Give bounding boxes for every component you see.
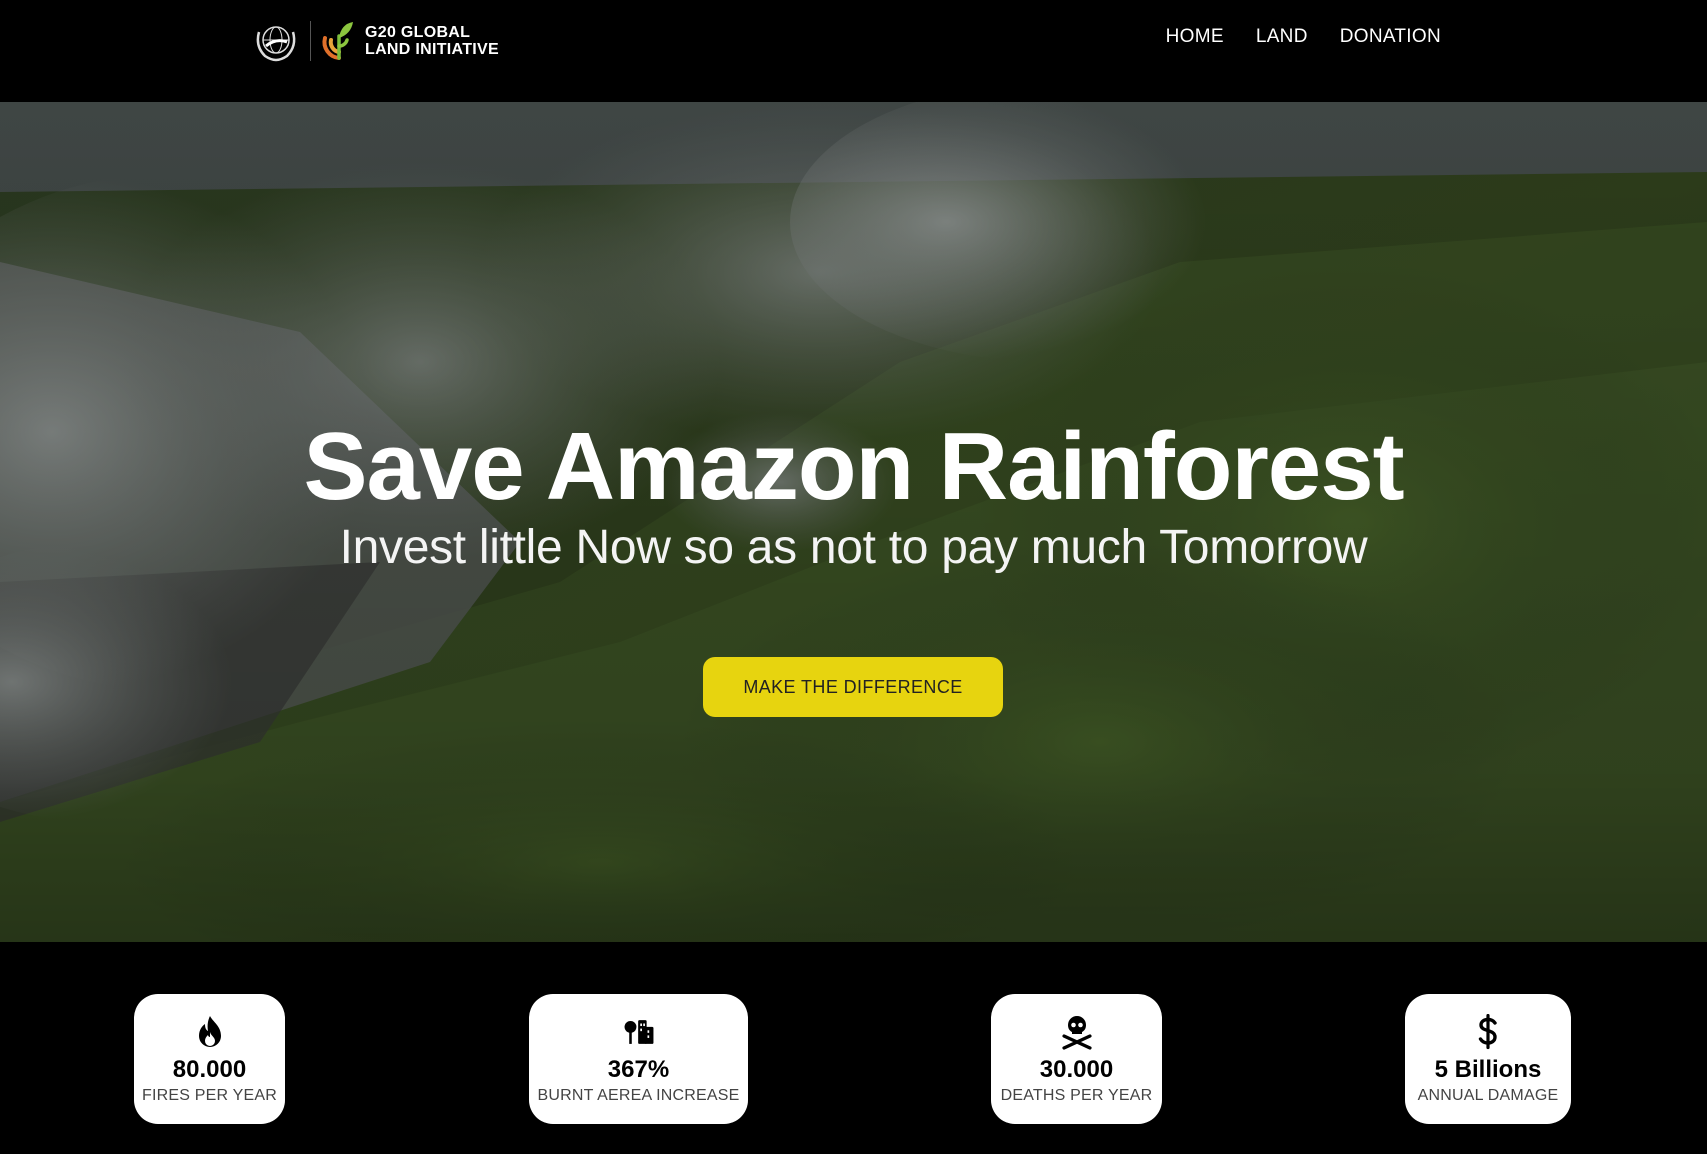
nav-home-link[interactable]: HOME: [1166, 26, 1224, 48]
brand-name: G20 GLOBAL LAND INITIATIVE: [365, 24, 499, 58]
brand-line-2: LAND INITIATIVE: [365, 41, 499, 58]
hero-title: Save Amazon Rainforest: [303, 413, 1404, 520]
nav-donation-link[interactable]: DONATION: [1340, 26, 1441, 48]
logo-group[interactable]: G20 GLOBAL LAND INITIATIVE: [251, 15, 499, 67]
tree-building-icon: [624, 1020, 653, 1044]
nav-land-link[interactable]: LAND: [1256, 26, 1308, 48]
skull-crossbones-icon: [1061, 1016, 1092, 1050]
hero-subtitle: Invest little Now so as not to pay much …: [339, 521, 1368, 574]
stat-card-damage: 5 Billions ANNUAL DAMAGE: [1405, 994, 1571, 1124]
stat-label: FIRES PER YEAR: [142, 1087, 277, 1104]
make-the-difference-button[interactable]: MAKE THE DIFFERENCE: [703, 657, 1003, 717]
brand-line-1: G20 GLOBAL: [365, 24, 471, 41]
stat-value: 80.000: [172, 1056, 247, 1083]
stat-value: 30.000: [1039, 1056, 1114, 1083]
stat-value: 5 Billions: [1434, 1056, 1542, 1083]
stat-card-fires: 80.000 FIRES PER YEAR: [134, 994, 285, 1124]
stat-card-burnt-area: 367% BURNT AEREA INCREASE: [529, 994, 748, 1124]
stat-value: 367%: [607, 1056, 670, 1083]
site-header: G20 GLOBAL LAND INITIATIVE HOME LAND DON…: [0, 0, 1707, 102]
hero-section: Save Amazon Rainforest Invest little Now…: [0, 102, 1707, 942]
stat-card-deaths: 30.000 DEATHS PER YEAR: [991, 994, 1162, 1124]
main-nav: HOME LAND DONATION: [1166, 26, 1441, 48]
fire-icon: [198, 1016, 221, 1047]
stats-section: 80.000 FIRES PER YEAR 367% BURNT AEREA I…: [0, 942, 1707, 1154]
un-emblem-icon: [256, 26, 296, 62]
g20-land-logo-icon: [322, 22, 353, 60]
stat-label: DEATHS PER YEAR: [1000, 1087, 1153, 1104]
stat-label: BURNT AEREA INCREASE: [537, 1087, 740, 1104]
logo-divider: [310, 21, 311, 61]
dollar-icon: [1478, 1014, 1497, 1050]
stat-label: ANNUAL DAMAGE: [1417, 1087, 1559, 1104]
